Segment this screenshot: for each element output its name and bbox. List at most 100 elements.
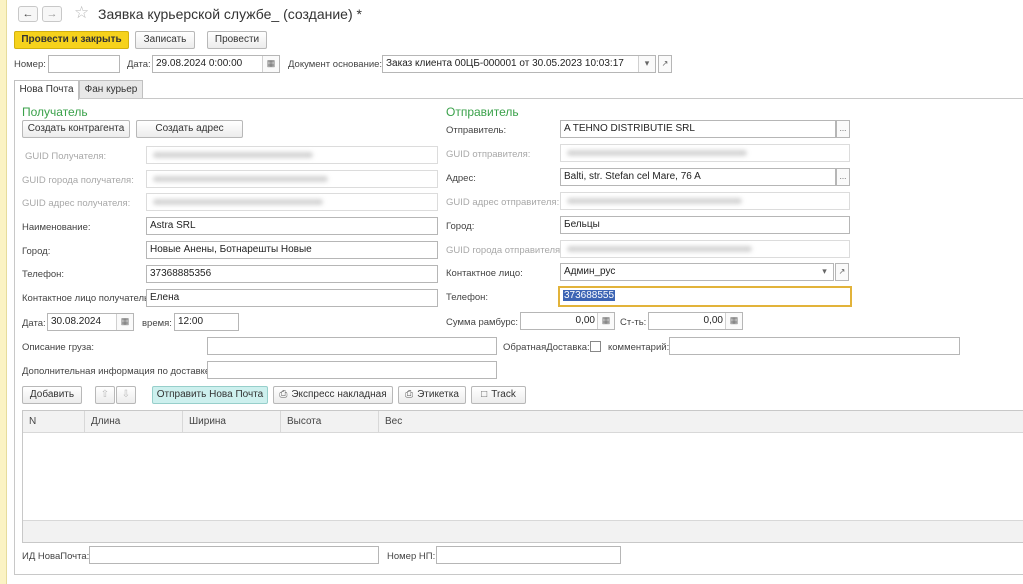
move-up-button[interactable]: ⇧ bbox=[95, 386, 115, 404]
express-waybill-label: Экспресс накладная bbox=[291, 389, 387, 400]
cod-amount-label: Сумма рамбурс: bbox=[446, 317, 519, 328]
column-header-length[interactable]: Длина bbox=[85, 411, 183, 433]
track-button[interactable]: □ Track bbox=[471, 386, 526, 404]
np-number-label: Номер НП: bbox=[387, 551, 436, 562]
nova-id-field[interactable] bbox=[89, 546, 379, 564]
post-button[interactable]: Провести bbox=[207, 31, 267, 49]
sender-section-title: Отправитель bbox=[446, 105, 519, 119]
number-field[interactable] bbox=[48, 55, 120, 73]
recipient-guid-city-label: GUID города получателя: bbox=[22, 175, 134, 186]
sender-label: Отправитель: bbox=[446, 125, 507, 136]
track-button-label: Track bbox=[491, 389, 516, 400]
recipient-date-label: Дата: bbox=[22, 318, 46, 329]
basis-field[interactable]: Заказ клиента 00ЦБ-000001 от 30.05.2023 … bbox=[382, 55, 656, 73]
add-row-button[interactable]: Добавить bbox=[22, 386, 82, 404]
date-field[interactable]: 29.08.2024 0:00:00 ▦ bbox=[152, 55, 280, 73]
calendar-icon[interactable]: ▦ bbox=[116, 314, 133, 330]
recipient-time-field[interactable]: 12:00 bbox=[174, 313, 239, 331]
recipient-guid-address-label: GUID адрес получателя: bbox=[22, 198, 131, 209]
extra-info-label: Дополнительная информация по доставке: bbox=[22, 366, 213, 377]
create-contractor-button[interactable]: Создать контрагента bbox=[22, 120, 130, 138]
back-button[interactable]: ← bbox=[18, 6, 38, 22]
create-address-button[interactable]: Создать адрес bbox=[136, 120, 243, 138]
cost-label: Ст-ть: bbox=[620, 317, 647, 328]
number-label: Номер: bbox=[14, 59, 46, 70]
basis-label: Документ основание: bbox=[288, 59, 383, 70]
post-and-close-button[interactable]: Провести и закрыть bbox=[14, 31, 129, 49]
recipient-phone-field[interactable]: 37368885356 bbox=[146, 265, 438, 283]
cargo-description-field[interactable] bbox=[207, 337, 497, 355]
recipient-name-field[interactable]: Astra SRL bbox=[146, 217, 438, 235]
column-header-width[interactable]: Ширина bbox=[183, 411, 281, 433]
sender-guid-field[interactable] bbox=[560, 144, 850, 162]
comment-label: комментарий: bbox=[608, 342, 670, 353]
packages-table[interactable]: N Длина Ширина Высота Вес bbox=[22, 410, 1023, 543]
dropdown-arrow-icon[interactable]: ▾ bbox=[638, 56, 655, 72]
window-left-strip bbox=[0, 0, 7, 584]
arrow-up-icon: ⇧ bbox=[100, 389, 110, 400]
cost-value: 0,00 bbox=[703, 315, 723, 326]
column-header-height[interactable]: Высота bbox=[281, 411, 379, 433]
sender-select-icon[interactable]: ... bbox=[836, 120, 850, 138]
move-down-button[interactable]: ⇩ bbox=[116, 386, 136, 404]
sender-guid-city-label: GUID города отправителя: bbox=[446, 245, 563, 256]
sender-phone-value: 373688555 bbox=[563, 290, 616, 301]
column-header-n[interactable]: N bbox=[23, 411, 85, 433]
column-header-weight[interactable]: Вес bbox=[379, 411, 1023, 433]
recipient-contact-field[interactable]: Елена bbox=[146, 289, 438, 307]
sender-guid-address-field[interactable] bbox=[560, 192, 850, 210]
calculator-icon[interactable]: ▦ bbox=[725, 313, 742, 329]
cod-amount-value: 0,00 bbox=[575, 315, 595, 326]
table-header: N Длина Ширина Высота Вес bbox=[23, 411, 1023, 433]
recipient-contact-label: Контактное лицо получатель: bbox=[22, 293, 152, 304]
send-nova-poshta-button[interactable]: Отправить Нова Почта bbox=[152, 386, 268, 404]
recipient-date-field[interactable]: 30.08.2024 ▦ bbox=[47, 313, 134, 331]
recipient-section-title: Получатель bbox=[22, 105, 88, 119]
label-button-label: Этикетка bbox=[417, 389, 459, 400]
express-waybill-button[interactable]: ⎙ Экспресс накладная bbox=[273, 386, 393, 404]
save-button[interactable]: Записать bbox=[135, 31, 195, 49]
sender-city-field[interactable]: Бельцы bbox=[560, 216, 850, 234]
cost-field[interactable]: 0,00 ▦ bbox=[648, 312, 743, 330]
sender-city-label: Город: bbox=[446, 221, 475, 232]
calendar-icon[interactable]: ▦ bbox=[262, 56, 279, 72]
redacted-value bbox=[153, 199, 323, 205]
recipient-guid-field[interactable] bbox=[146, 146, 438, 164]
np-number-field[interactable] bbox=[436, 546, 621, 564]
redacted-value bbox=[153, 152, 313, 158]
sender-field[interactable]: A TEHNO DISTRIBUTIE SRL bbox=[560, 120, 836, 138]
redacted-value bbox=[567, 198, 742, 204]
arrow-down-icon: ⇩ bbox=[121, 389, 131, 400]
calculator-icon[interactable]: ▦ bbox=[597, 313, 614, 329]
basis-value: Заказ клиента 00ЦБ-000001 от 30.05.2023 … bbox=[386, 58, 624, 69]
recipient-city-field[interactable]: Новые Анены, Ботнарешты Новые bbox=[146, 241, 438, 259]
open-contact-icon[interactable]: ↗ bbox=[835, 263, 849, 281]
tab-fan-courier[interactable]: Фан курьер bbox=[79, 80, 143, 99]
recipient-city-label: Город: bbox=[22, 246, 51, 257]
label-button[interactable]: ⎙ Этикетка bbox=[398, 386, 466, 404]
tab-nova-poshta[interactable]: Нова Почта bbox=[14, 80, 79, 100]
star-icon[interactable]: ☆ bbox=[74, 3, 89, 23]
recipient-time-label: время: bbox=[142, 318, 172, 329]
printer-icon: ⎙ bbox=[279, 389, 288, 400]
return-delivery-checkbox[interactable] bbox=[590, 341, 601, 352]
recipient-guid-city-field[interactable] bbox=[146, 170, 438, 188]
cod-amount-field[interactable]: 0,00 ▦ bbox=[520, 312, 615, 330]
recipient-guid-address-field[interactable] bbox=[146, 193, 438, 211]
open-basis-icon[interactable]: ↗ bbox=[658, 55, 672, 73]
sender-address-select-icon[interactable]: ... bbox=[836, 168, 850, 186]
extra-info-field[interactable] bbox=[207, 361, 497, 379]
sender-address-field[interactable]: Balti, str. Stefan cel Mare, 76 A bbox=[560, 168, 836, 186]
table-footer bbox=[23, 520, 1023, 542]
sender-guid-address-label: GUID адрес отправителя: bbox=[446, 197, 560, 208]
comment-field[interactable] bbox=[669, 337, 960, 355]
sender-guid-city-field[interactable] bbox=[560, 240, 850, 258]
forward-button[interactable]: → bbox=[42, 6, 62, 22]
arrow-right-icon: → bbox=[46, 8, 58, 20]
recipient-guid-label: GUID Получателя: bbox=[25, 151, 107, 162]
recipient-phone-label: Телефон: bbox=[22, 269, 65, 280]
sender-contact-field[interactable]: Админ_рус ▾ bbox=[560, 263, 834, 281]
window-title: Заявка курьерской службе_ (создание) * bbox=[98, 6, 362, 22]
dropdown-arrow-icon[interactable]: ▾ bbox=[816, 264, 833, 280]
sender-phone-field[interactable]: 373688555 bbox=[558, 286, 852, 307]
